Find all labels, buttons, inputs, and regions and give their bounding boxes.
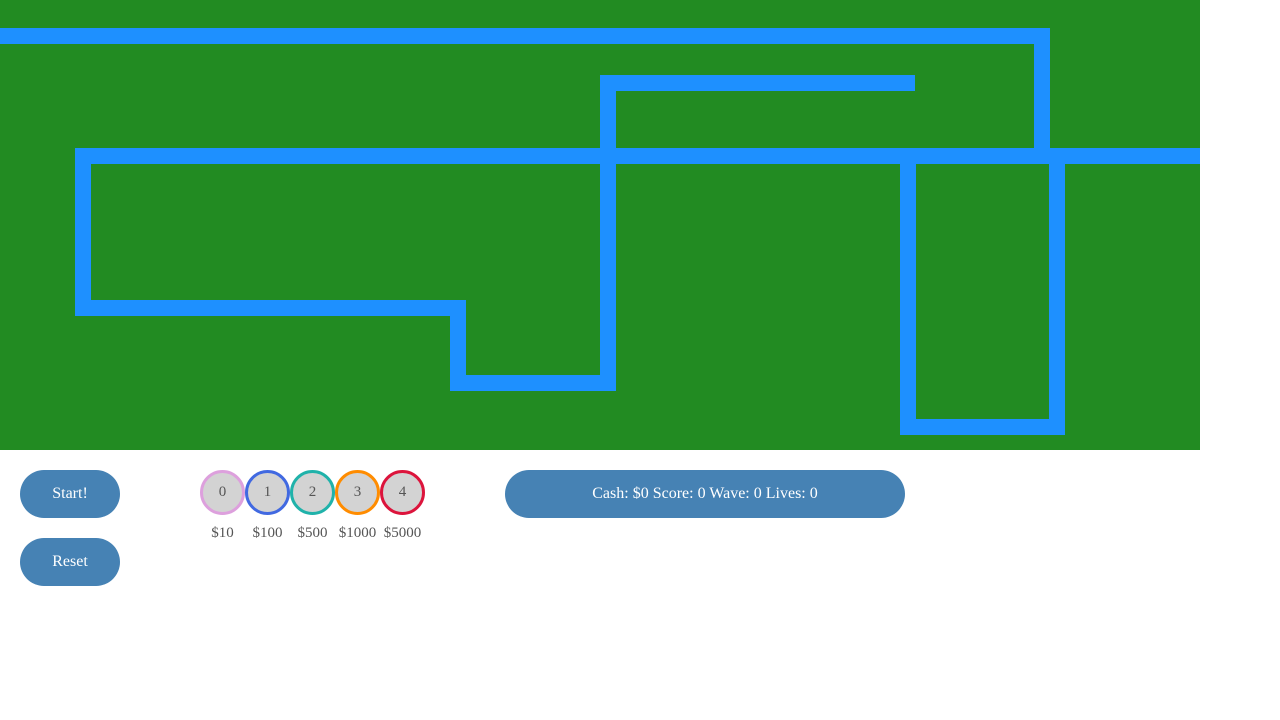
tower-price-4: $5000 <box>380 525 425 542</box>
tower-item-4: 4 <box>380 470 425 515</box>
wave-value: 0 <box>754 485 762 502</box>
cash-label: Cash: <box>592 485 628 502</box>
tower-price-0: $10 <box>200 525 245 542</box>
tower-selector-0[interactable]: 0 <box>200 470 245 515</box>
controls-panel: Start! Reset 0 1 2 3 4 $10 $100 $500 $10 <box>0 450 1280 606</box>
path-segment <box>900 419 1065 435</box>
tower-item-2: 2 <box>290 470 335 515</box>
path-segment <box>75 148 900 164</box>
towers-row: 0 1 2 3 4 <box>200 470 425 515</box>
path-segment <box>75 148 91 316</box>
lives-label: Lives: <box>766 485 806 502</box>
tower-item-3: 3 <box>335 470 380 515</box>
path-segment <box>1034 28 1050 163</box>
path-segment <box>1049 148 1065 435</box>
lives-value: 0 <box>810 485 818 502</box>
tower-item-0: 0 <box>200 470 245 515</box>
towers-section: 0 1 2 3 4 $10 $100 $500 $1000 $5000 <box>200 470 425 542</box>
path-segment <box>75 300 466 316</box>
tower-price-2: $500 <box>290 525 335 542</box>
start-button[interactable]: Start! <box>20 470 120 518</box>
path-segment <box>0 28 1050 44</box>
wave-label: Wave: <box>709 485 749 502</box>
button-column: Start! Reset <box>20 470 120 586</box>
tower-item-1: 1 <box>245 470 290 515</box>
path-segment <box>450 375 616 391</box>
game-board[interactable] <box>0 0 1200 450</box>
tower-price-3: $1000 <box>335 525 380 542</box>
status-bar: Cash: $0 Score: 0 Wave: 0 Lives: 0 <box>505 470 905 518</box>
tower-selector-4[interactable]: 4 <box>380 470 425 515</box>
path-segment <box>600 75 915 91</box>
path-segment <box>900 148 916 435</box>
score-label: Score: <box>653 485 694 502</box>
cash-value: $0 <box>633 485 649 502</box>
tower-price-1: $100 <box>245 525 290 542</box>
score-value: 0 <box>698 485 706 502</box>
path-segment <box>600 75 616 390</box>
tower-selector-1[interactable]: 1 <box>245 470 290 515</box>
tower-selector-3[interactable]: 3 <box>335 470 380 515</box>
prices-row: $10 $100 $500 $1000 $5000 <box>200 525 425 542</box>
reset-button[interactable]: Reset <box>20 538 120 586</box>
tower-selector-2[interactable]: 2 <box>290 470 335 515</box>
